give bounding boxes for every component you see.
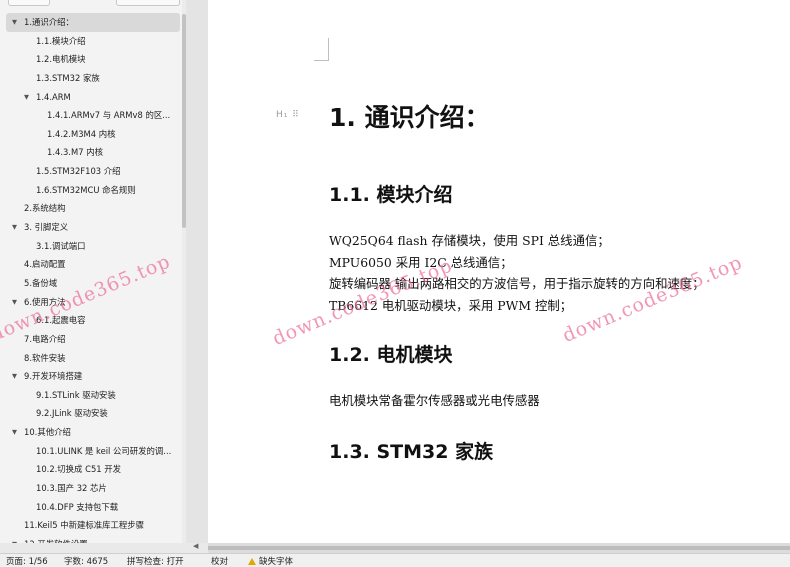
outline-item[interactable]: 1.2.电机模块 <box>0 50 182 69</box>
outline-item-label: 9.2.JLink 驱动安装 <box>36 408 108 419</box>
warning-icon <box>248 558 256 565</box>
horizontal-scrollbar[interactable] <box>208 543 790 553</box>
outline-item-label: 1.6.STM32MCU 命名规则 <box>36 184 136 195</box>
heading-drag-handle-icon[interactable]: H₁ ⠿ <box>276 110 300 120</box>
outline-item-label: 10.3.国产 32 芯片 <box>36 483 107 494</box>
outline-item[interactable]: 1.6.STM32MCU 命名规则 <box>0 181 182 200</box>
outline-item[interactable]: 3.1.调试端口 <box>0 237 182 256</box>
outline-item-label: 1.1.模块介绍 <box>36 35 86 46</box>
chevron-down-icon[interactable]: ▼ <box>12 218 17 237</box>
outline-item[interactable]: 10.1.ULINK 是 keil 公司研发的调... <box>0 442 182 461</box>
outline-item-label: 1.4.3.M7 内核 <box>47 147 103 158</box>
outline-item[interactable]: 8.软件安装 <box>0 349 182 368</box>
status-words[interactable]: 字数: 4675 <box>64 555 108 567</box>
outline-item[interactable]: 1.4.2.M3M4 内核 <box>0 125 182 144</box>
paragraph-line: WQ25Q64 flash 存储模块，使用 SPI 总线通信； <box>329 233 610 248</box>
outline-item[interactable]: ▼ 1.通识介绍： <box>6 13 180 32</box>
margin-corner-mark <box>314 38 329 61</box>
outline-item[interactable]: 1.5.STM32F103 介绍 <box>0 162 182 181</box>
status-page[interactable]: 页面: 1/56 <box>6 555 48 567</box>
paragraph-line: MPU6050 采用 I2C 总线通信； <box>329 254 513 270</box>
nav-top-controls <box>0 0 186 8</box>
chevron-down-icon[interactable]: ▼ <box>12 423 17 442</box>
outline-item-label: 1.3.STM32 家族 <box>36 72 100 83</box>
outline-item[interactable]: ▼ 12.开发软件设置 <box>0 535 182 543</box>
status-missing-font[interactable]: 缺失字体 <box>248 555 293 567</box>
outline-item-label: 7.电路介绍 <box>24 333 66 344</box>
chevron-down-icon[interactable]: ▼ <box>12 293 17 312</box>
outline-item-label: 9.1.STLink 驱动安装 <box>36 389 116 400</box>
chevron-down-icon[interactable]: ▼ <box>12 367 17 386</box>
outline-item-label: 1.4.ARM <box>36 91 71 102</box>
chevron-down-icon[interactable]: ▼ <box>12 13 17 32</box>
nav-top-button-1[interactable] <box>8 0 50 6</box>
outline-item-label: 9.开发环境搭建 <box>24 371 83 382</box>
outline-item[interactable]: ▼ 3. 引脚定义 <box>0 218 182 237</box>
chevron-down-icon[interactable]: ▼ <box>12 535 17 543</box>
heading-2-stm32[interactable]: 1.3. STM32 家族 <box>329 437 493 464</box>
chevron-down-icon[interactable]: ▼ <box>24 88 29 107</box>
outline-item-label: 11.Keil5 中新建标准库工程步骤 <box>24 520 144 531</box>
outline-item[interactable]: 10.4.DFP 支持包下载 <box>0 498 182 517</box>
nav-top-button-2[interactable] <box>116 0 180 6</box>
paragraph-motor[interactable]: 电机模块常备霍尔传感器或光电传感器 <box>329 390 540 412</box>
outline-item-label: 10.其他介绍 <box>24 427 71 438</box>
status-proofread[interactable]: 校对 <box>211 555 228 567</box>
outline-item-label: 10.2.切换成 C51 开发 <box>36 464 122 475</box>
outline-item[interactable]: 9.2.JLink 驱动安装 <box>0 404 182 423</box>
outline-item-label: 1.2.电机模块 <box>36 54 86 65</box>
heading-2-modules[interactable]: 1.1. 模块介绍 <box>329 180 453 207</box>
outline-item[interactable]: ▼ 9.开发环境搭建 <box>0 367 182 386</box>
outline-item-label: 12.开发软件设置 <box>24 535 178 543</box>
outline-item[interactable]: 10.3.国产 32 芯片 <box>0 479 182 498</box>
outline-item[interactable]: 1.1.模块介绍 <box>0 32 182 51</box>
outline-item-label: 10.4.DFP 支持包下载 <box>36 501 119 512</box>
outline-item-label: 10.1.ULINK 是 keil 公司研发的调... <box>36 445 172 456</box>
status-spellcheck[interactable]: 拼写检查: 打开 <box>127 555 184 567</box>
outline-item-label: 1.4.2.M3M4 内核 <box>47 128 116 139</box>
outline-item[interactable]: 1.4.1.ARMv7 与 ARMv8 的区... <box>0 106 182 125</box>
outline-item-label: 8.软件安装 <box>24 352 66 363</box>
outline-item[interactable]: 1.3.STM32 家族 <box>0 69 182 88</box>
outline-item-label: 1.5.STM32F103 介绍 <box>36 166 121 177</box>
status-bar: 页面: 1/56 字数: 4675 拼写检查: 打开 校对 缺失字体 <box>0 553 790 567</box>
outline-item[interactable]: 1.4.3.M7 内核 <box>0 143 182 162</box>
outline-item-label: 1.4.1.ARMv7 与 ARMv8 的区... <box>47 110 171 121</box>
heading-2-motor[interactable]: 1.2. 电机模块 <box>329 340 453 367</box>
outline-item-label: 2.系统结构 <box>24 203 66 214</box>
horizontal-scrollbar-thumb[interactable] <box>208 546 790 550</box>
outline-item[interactable]: 10.2.切换成 C51 开发 <box>0 460 182 479</box>
scroll-left-icon[interactable]: ◀ <box>193 542 198 550</box>
outline-item[interactable]: ▼ 10.其他介绍 <box>0 423 182 442</box>
outline-item[interactable]: 9.1.STLink 驱动安装 <box>0 386 182 405</box>
heading-1[interactable]: 1. 通识介绍： <box>329 98 490 134</box>
outline-item[interactable]: ▼ 1.4.ARM <box>0 88 182 107</box>
outline-item-label: 1.通识介绍： <box>24 17 74 27</box>
pane-splitter[interactable] <box>186 0 208 543</box>
outline-item[interactable]: 2.系统结构 <box>0 199 182 218</box>
outline-item[interactable]: 11.Keil5 中新建标准库工程步骤 <box>0 516 182 535</box>
outline-item-label: 3. 引脚定义 <box>24 222 69 233</box>
